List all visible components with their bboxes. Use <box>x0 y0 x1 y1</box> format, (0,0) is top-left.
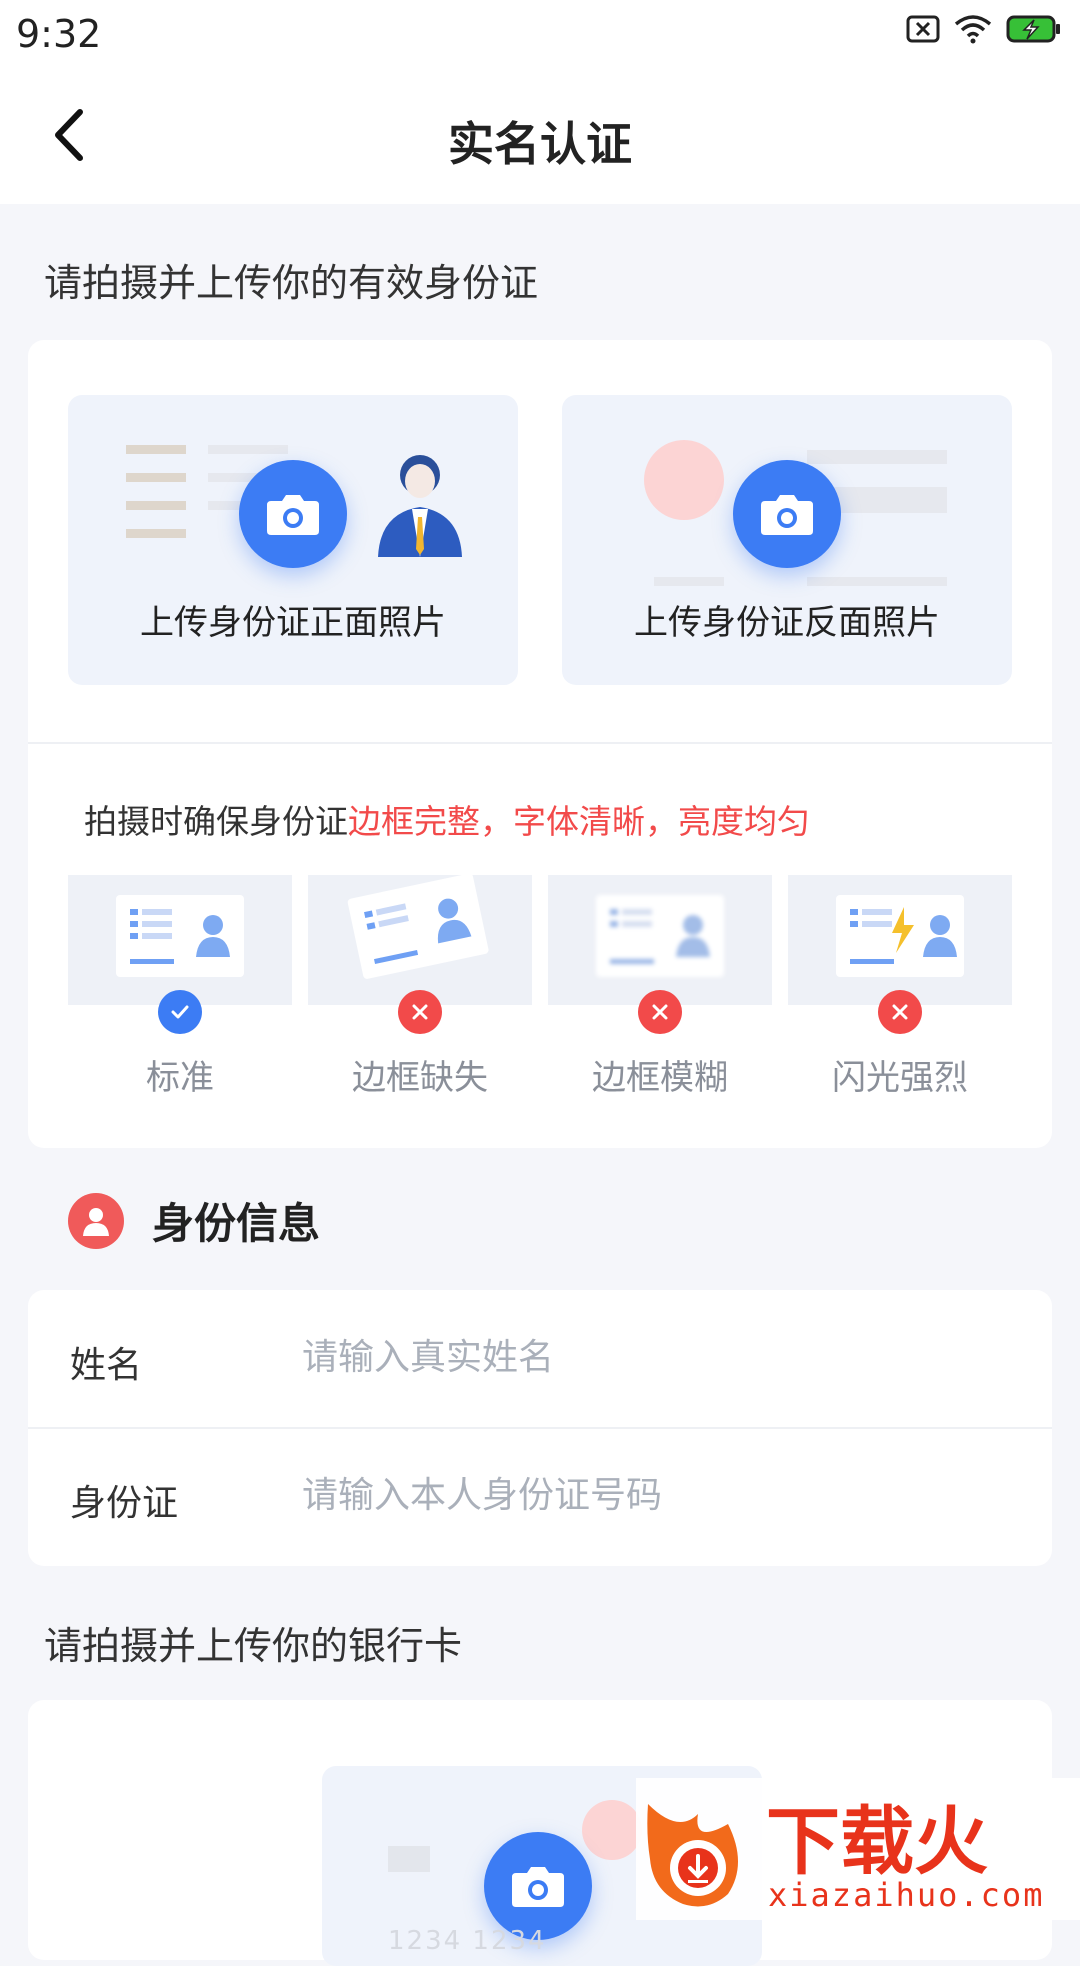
nav-bar: 实名认证 <box>0 66 1080 204</box>
identity-info-header: 身份信息 <box>68 1190 320 1251</box>
id-back-label: 上传身份证反面照片 <box>634 603 940 643</box>
error-icon <box>638 990 682 1034</box>
battery-charging-icon <box>1006 15 1062 47</box>
error-icon <box>878 990 922 1034</box>
sample-blurry-border-image <box>548 875 772 1005</box>
status-bar: 9:32 <box>0 0 1080 66</box>
watermark-brand: 下载火 <box>766 1799 988 1885</box>
camera-icon <box>733 460 841 568</box>
bank-card-number-preview: 1234 1234 <box>388 1926 547 1956</box>
sample-label: 闪光强烈 <box>832 1058 968 1098</box>
watermark: 下载火 xiazaihuo.com <box>636 1778 1080 1920</box>
check-icon <box>158 990 202 1034</box>
user-icon <box>68 1192 124 1249</box>
watermark-url: xiazaihuo.com <box>768 1876 1045 1914</box>
sample-label: 边框模糊 <box>592 1058 728 1098</box>
id-number-row: 身份证 <box>28 1428 1052 1566</box>
sample-strong-flash-image <box>788 875 1012 1005</box>
id-upload-title: 请拍摄并上传你的有效身份证 <box>44 261 539 305</box>
divider <box>28 742 1052 744</box>
name-input[interactable] <box>300 1326 1004 1388</box>
sample-label: 标准 <box>146 1058 214 1098</box>
wifi-icon <box>954 14 992 48</box>
status-time: 9:32 <box>16 12 102 56</box>
id-front-upload[interactable]: 上传身份证正面照片 <box>68 395 518 685</box>
sim-off-icon <box>906 14 940 48</box>
photo-hint: 拍摄时确保身份证边框完整，字体清晰，亮度均匀 <box>84 795 810 843</box>
camera-icon <box>484 1832 592 1940</box>
id-upload-card: 上传身份证正面照片 上传身份证反面照片 拍摄时确保身份证边框完整，字体清晰，亮度… <box>28 340 1052 1148</box>
bank-upload-title: 请拍摄并上传你的银行卡 <box>44 1624 463 1668</box>
name-row: 姓名 <box>28 1290 1052 1429</box>
page-title: 实名认证 <box>448 117 632 171</box>
sample-standard-image <box>68 875 292 1005</box>
sample-missing-border-image <box>308 873 532 1005</box>
error-icon <box>398 990 442 1034</box>
identity-info-title: 身份信息 <box>152 1199 321 1248</box>
id-number-label: 身份证 <box>70 1483 179 1524</box>
name-label: 姓名 <box>70 1345 143 1386</box>
camera-icon <box>239 460 347 568</box>
flame-logo-icon <box>647 1804 738 1907</box>
hint-text: 拍摄时确保身份证 <box>84 802 348 841</box>
identity-form: 姓名 身份证 <box>28 1290 1052 1566</box>
sample-label: 边框缺失 <box>352 1058 488 1098</box>
id-back-upload[interactable]: 上传身份证反面照片 <box>562 395 1012 685</box>
id-number-input[interactable] <box>300 1464 1004 1526</box>
id-front-label: 上传身份证正面照片 <box>140 603 446 643</box>
hint-highlight: 边框完整，字体清晰，亮度均匀 <box>348 802 810 841</box>
